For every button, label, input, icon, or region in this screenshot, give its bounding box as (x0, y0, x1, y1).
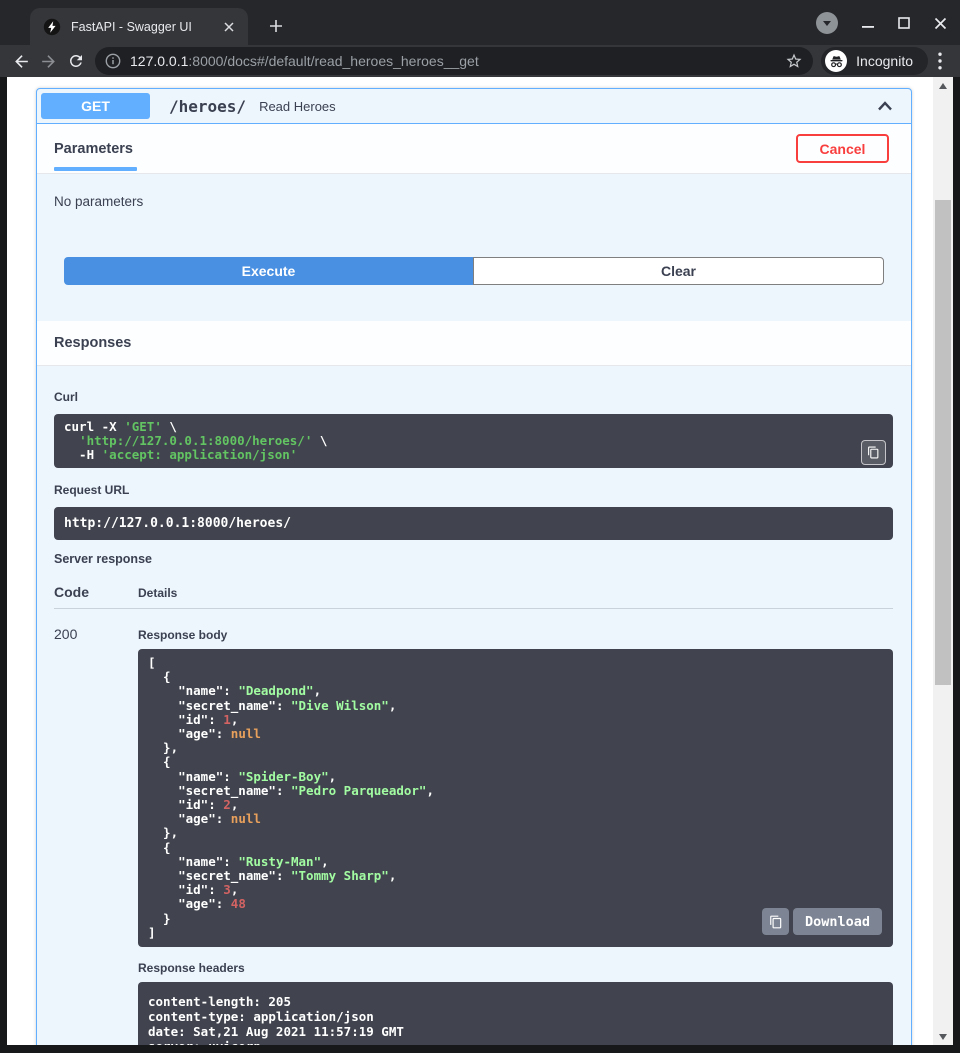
request-url-label: Request URL (54, 483, 893, 497)
new-tab-button[interactable] (262, 12, 290, 40)
browser-titlebar: FastAPI - Swagger UI (0, 0, 960, 45)
parameters-header-row: Parameters Cancel (37, 124, 911, 174)
details-column-header: Details (138, 586, 177, 600)
reload-button[interactable] (62, 48, 89, 75)
scrollbar-up-arrow-icon[interactable] (933, 77, 953, 94)
bookmark-star-icon[interactable] (785, 52, 803, 70)
responses-body: Curl curl -X 'GET' \ 'http://127.0.0.1:8… (37, 366, 911, 1045)
back-button[interactable] (8, 48, 35, 75)
cancel-button[interactable]: Cancel (796, 134, 889, 163)
collapse-chevron-icon[interactable] (875, 96, 895, 116)
chevron-down-icon (823, 21, 831, 26)
download-button[interactable]: Download (793, 908, 882, 935)
operation-path: /heroes/ (169, 97, 246, 116)
browser-viewport: GET /heroes/ Read Heroes Parameters Canc… (0, 77, 960, 1053)
curl-command-text: curl -X 'GET' \ 'http://127.0.0.1:8000/h… (54, 414, 893, 468)
window-close-button[interactable] (926, 9, 954, 37)
forward-button[interactable] (35, 48, 62, 75)
fastapi-favicon-icon (43, 18, 61, 36)
copy-curl-button[interactable] (861, 440, 886, 465)
no-parameters-text: No parameters (54, 194, 894, 209)
url-path: :8000/docs#/default/read_heroes_heroes__… (188, 53, 478, 69)
responses-header-row: Responses (37, 321, 911, 366)
tab-search-button[interactable] (816, 12, 838, 34)
url-bar[interactable]: 127.0.0.1:8000/docs#/default/read_heroes… (95, 47, 813, 75)
swagger-page: GET /heroes/ Read Heroes Parameters Canc… (7, 77, 933, 1045)
status-code: 200 (54, 624, 138, 1045)
tab-title: FastAPI - Swagger UI (71, 20, 220, 34)
url-text: 127.0.0.1:8000/docs#/default/read_heroes… (130, 53, 785, 69)
parameters-tab-underline (54, 167, 137, 171)
tab-close-icon[interactable] (220, 18, 238, 36)
response-body-json: [ { "name": "Deadpond", "secret_name": "… (138, 649, 893, 947)
incognito-icon (825, 50, 847, 72)
execute-row: Execute Clear (64, 257, 884, 285)
operation-block: GET /heroes/ Read Heroes Parameters Canc… (36, 88, 912, 1045)
browser-toolbar: 127.0.0.1:8000/docs#/default/read_heroes… (0, 45, 960, 77)
response-body-label: Response body (138, 628, 893, 642)
response-headers-label: Response headers (138, 961, 893, 975)
response-body-block: [ { "name": "Deadpond", "secret_name": "… (138, 649, 893, 947)
curl-command-block: curl -X 'GET' \ 'http://127.0.0.1:8000/h… (54, 414, 893, 468)
curl-label: Curl (54, 390, 893, 404)
response-row: 200 Response body [ { "name": "Deadpond"… (54, 609, 893, 1045)
response-table-header: Code Details (54, 584, 893, 609)
page-scrollbar[interactable] (933, 77, 953, 1045)
parameters-tab[interactable]: Parameters (54, 141, 133, 157)
scrollbar-down-arrow-icon[interactable] (933, 1028, 953, 1045)
incognito-label: Incognito (856, 53, 913, 69)
browser-tab[interactable]: FastAPI - Swagger UI (30, 8, 248, 45)
url-host: 127.0.0.1 (130, 53, 188, 69)
maximize-button[interactable] (890, 9, 918, 37)
method-badge: GET (41, 93, 150, 119)
request-url-value: http://127.0.0.1:8000/heroes/ (54, 507, 893, 540)
parameters-body: No parameters Execute Clear (37, 174, 911, 321)
execute-button[interactable]: Execute (64, 257, 473, 285)
incognito-badge: Incognito (821, 47, 928, 75)
responses-heading: Responses (54, 335, 131, 351)
response-details: Response body [ { "name": "Deadpond", "s… (138, 624, 893, 1045)
code-column-header: Code (54, 584, 138, 600)
scrollbar-thumb[interactable] (935, 200, 951, 685)
copy-response-button[interactable] (762, 908, 789, 935)
server-response-label: Server response (54, 552, 893, 566)
operation-summary[interactable]: GET /heroes/ Read Heroes (37, 89, 911, 124)
browser-menu-button[interactable] (928, 48, 952, 74)
operation-description: Read Heroes (259, 99, 875, 114)
window-controls (816, 9, 954, 37)
response-headers-block: content-length: 205content-type: applica… (138, 982, 893, 1045)
site-info-icon[interactable] (105, 53, 121, 69)
clear-button[interactable]: Clear (473, 257, 884, 285)
browser-window: FastAPI - Swagger UI (0, 0, 960, 1053)
minimize-button[interactable] (854, 9, 882, 37)
